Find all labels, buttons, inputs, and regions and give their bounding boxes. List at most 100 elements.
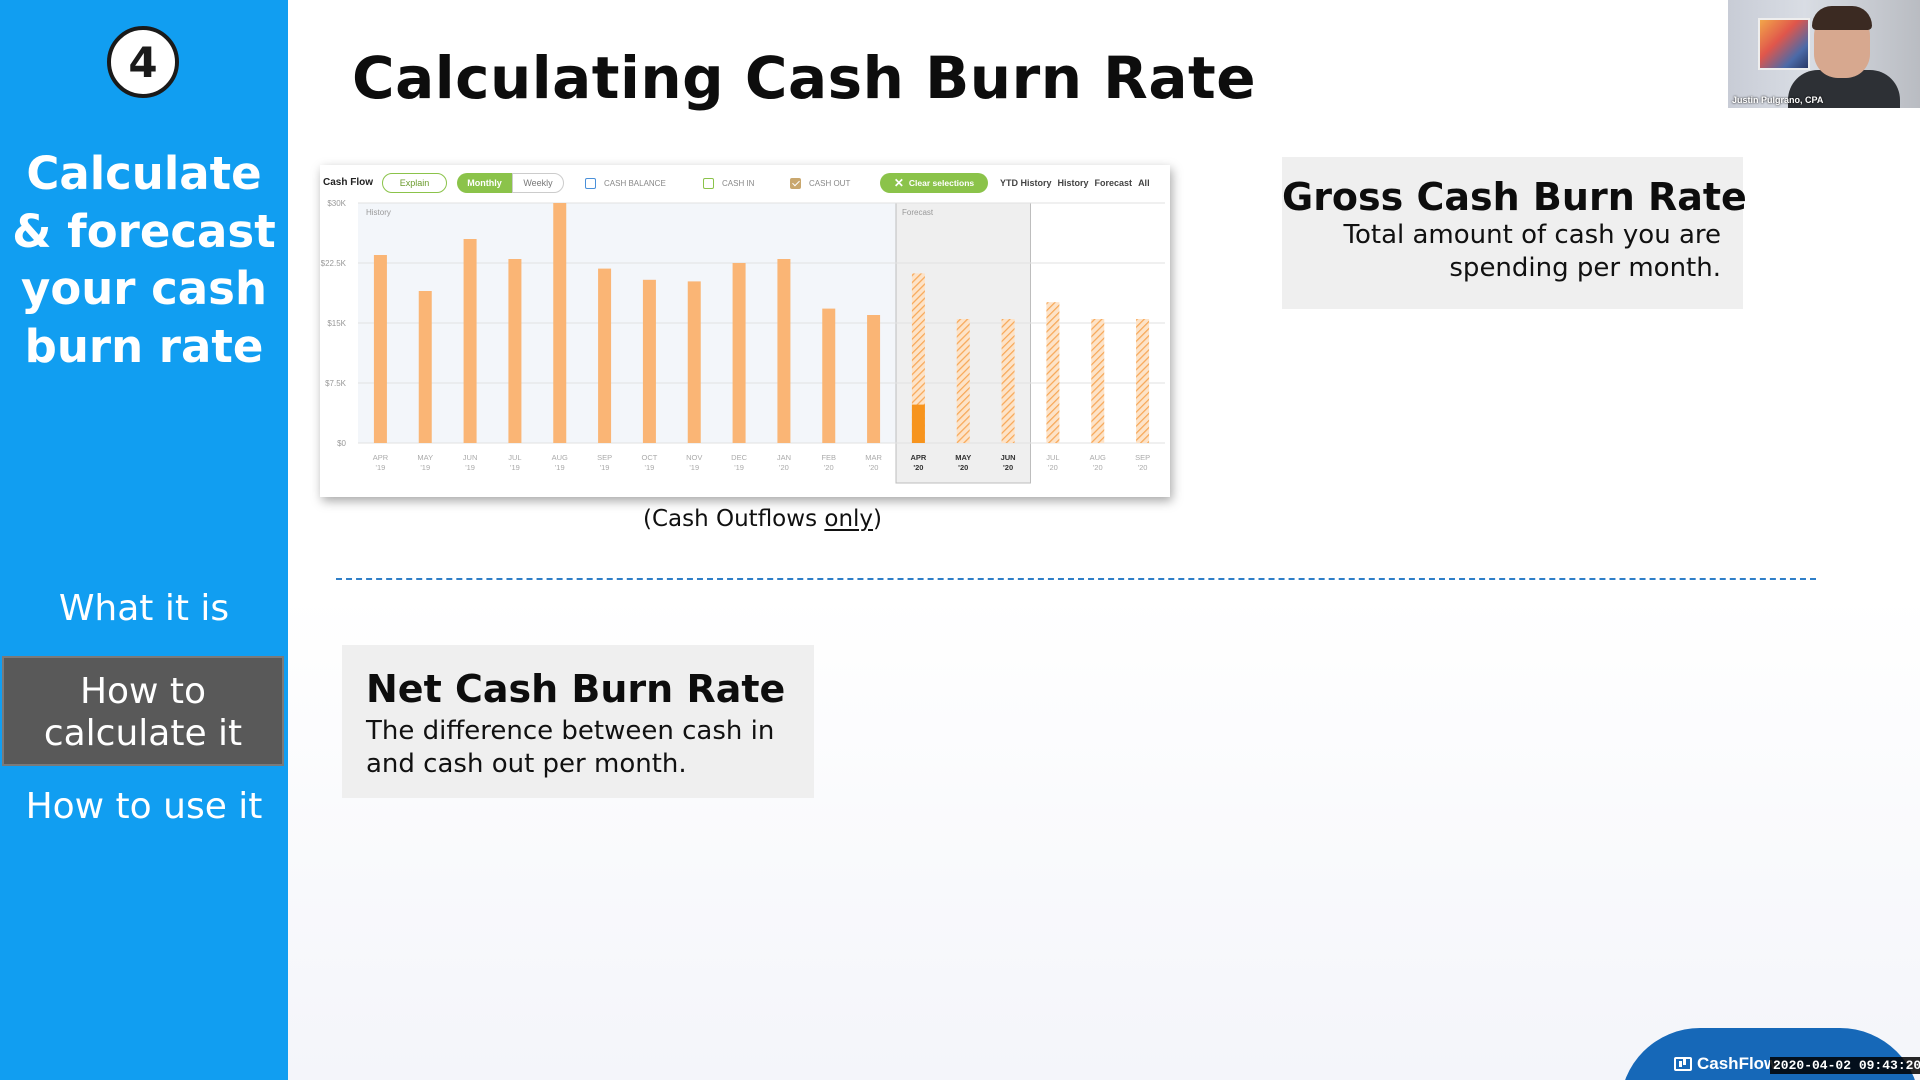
x-tick-month: MAY: [955, 453, 971, 462]
x-tick-month: APR: [910, 453, 926, 462]
view-all[interactable]: All: [1138, 178, 1150, 188]
x-tick-month: MAR: [865, 453, 882, 462]
cash-out-checkbox[interactable]: CASH OUT: [790, 173, 850, 193]
x-tick-year: '19: [510, 463, 520, 472]
y-tick-label: $15K: [327, 319, 346, 328]
cashflow-logo: CashFlow: [1674, 1054, 1777, 1074]
x-tick-month: SEP: [597, 453, 612, 462]
net-burn-rate-text: The difference between cash in and cash …: [366, 716, 775, 780]
x-tick-year: '19: [734, 463, 744, 472]
x-tick-year: '19: [555, 463, 565, 472]
y-tick-label: $22.5K: [321, 259, 347, 268]
cash-balance-label: CASH BALANCE: [604, 178, 666, 188]
bar-actual-portion: [911, 404, 925, 443]
caption-suffix: ): [873, 506, 883, 532]
nav-item-how-to-calculate[interactable]: How to calculate it: [2, 656, 284, 766]
x-tick-month: MAY: [417, 453, 433, 462]
view-range-selector: YTD History History Forecast All: [1000, 173, 1150, 193]
x-tick-month: OCT: [641, 453, 657, 462]
y-tick-label: $30K: [327, 199, 346, 208]
x-tick-month: JAN: [777, 453, 791, 462]
bar-9: [777, 259, 791, 443]
bar-10: [822, 308, 836, 443]
presenter-hair: [1812, 6, 1872, 30]
logo-text: CashFlow: [1697, 1054, 1778, 1073]
bar-8: [732, 263, 746, 443]
bar-3: [508, 259, 522, 443]
weekly-toggle[interactable]: Weekly: [512, 173, 564, 193]
y-tick-label: $7.5K: [325, 379, 347, 388]
x-tick-year: '19: [376, 463, 386, 472]
bar-16: [1091, 319, 1105, 443]
nav-item-what-it-is[interactable]: What it is: [0, 588, 288, 630]
bar-1: [418, 291, 432, 443]
cash-flow-chart-card: Cash Flow Explain Monthly Weekly CASH BA…: [320, 165, 1170, 497]
caption-prefix: (Cash Outflows: [643, 506, 825, 532]
gross-burn-rate-box: Gross Cash Burn Rate Total amount of cas…: [1282, 157, 1747, 309]
bar-0: [373, 255, 387, 443]
x-tick-year: '20: [1003, 463, 1013, 472]
x-tick-year: '20: [1138, 463, 1148, 472]
x-tick-month: AUG: [1090, 453, 1106, 462]
view-ytd-history[interactable]: YTD History: [1000, 178, 1052, 188]
x-tick-month: JUL: [1046, 453, 1059, 462]
chart-caption: (Cash Outflows only): [643, 506, 882, 532]
bar-15: [1046, 302, 1060, 443]
bar-17: [1136, 319, 1150, 443]
x-tick-year: '20: [1093, 463, 1103, 472]
bar-6: [642, 279, 656, 443]
x-tick-month: APR: [373, 453, 389, 462]
sidebar: 4 Calculate & forecast your cash burn ra…: [0, 0, 288, 1080]
x-tick-month: AUG: [552, 453, 568, 462]
x-tick-year: '19: [420, 463, 430, 472]
bar-14: [1001, 319, 1015, 443]
checkbox-icon: [703, 177, 714, 189]
caption-underlined: only: [824, 506, 874, 532]
x-tick-year: '20: [958, 463, 968, 472]
x-tick-year: '20: [824, 463, 834, 472]
chart-logo-icon: [1674, 1057, 1692, 1071]
history-region-label: History: [366, 208, 391, 217]
nav-item-how-to-use[interactable]: How to use it: [0, 786, 288, 828]
x-tick-month: JUL: [508, 453, 521, 462]
bar-13: [956, 319, 970, 443]
x-tick-month: JUN: [1001, 453, 1016, 462]
x-tick-month: NOV: [686, 453, 702, 462]
gross-burn-rate-text: Total amount of cash you are spending pe…: [1343, 220, 1722, 284]
view-history[interactable]: History: [1058, 178, 1089, 188]
clear-selections-label: Clear selections: [908, 178, 975, 188]
x-tick-year: '20: [913, 463, 923, 472]
nav-item-label: How to calculate it: [43, 670, 243, 754]
webcam-video: Justin Pulgrano, CPA: [1728, 0, 1920, 108]
x-tick-year: '19: [645, 463, 655, 472]
bar-2: [463, 239, 477, 443]
clear-selections-button[interactable]: ✕ Clear selections: [880, 173, 988, 193]
monthly-toggle[interactable]: Monthly: [457, 173, 512, 193]
checkmark-icon: [790, 177, 801, 189]
gross-burn-rate-title: Gross Cash Burn Rate: [1282, 175, 1747, 219]
x-tick-year: '19: [465, 463, 475, 472]
x-tick-year: '20: [1048, 463, 1058, 472]
forecast-region-label: Forecast: [902, 208, 934, 217]
view-forecast[interactable]: Forecast: [1095, 178, 1133, 188]
x-tick-year: '20: [869, 463, 879, 472]
bar-5: [598, 268, 612, 443]
x-tick-year: '20: [779, 463, 789, 472]
close-icon: ✕: [893, 176, 904, 190]
bar-11: [867, 315, 881, 443]
x-tick-year: '19: [689, 463, 699, 472]
explain-button[interactable]: Explain: [382, 173, 447, 193]
cash-balance-checkbox[interactable]: CASH BALANCE: [585, 173, 666, 193]
sidebar-title: Calculate & forecast your cash burn rate: [12, 147, 276, 373]
cash-out-bar-chart: $0$7.5K$15K$22.5K$30KHistory ForecastAPR'…: [321, 199, 1165, 484]
x-tick-month: DEC: [731, 453, 747, 462]
step-number-badge: 4: [107, 26, 179, 98]
cash-out-label: CASH OUT: [809, 178, 851, 188]
cash-in-checkbox[interactable]: CASH IN: [703, 173, 754, 193]
bar-7: [687, 281, 701, 443]
x-tick-year: '19: [600, 463, 610, 472]
page-title: Calculating Cash Burn Rate: [352, 44, 1257, 112]
chart-title: Cash Flow: [323, 177, 374, 188]
bar-4: [553, 203, 567, 443]
wall-painting: [1758, 18, 1810, 70]
